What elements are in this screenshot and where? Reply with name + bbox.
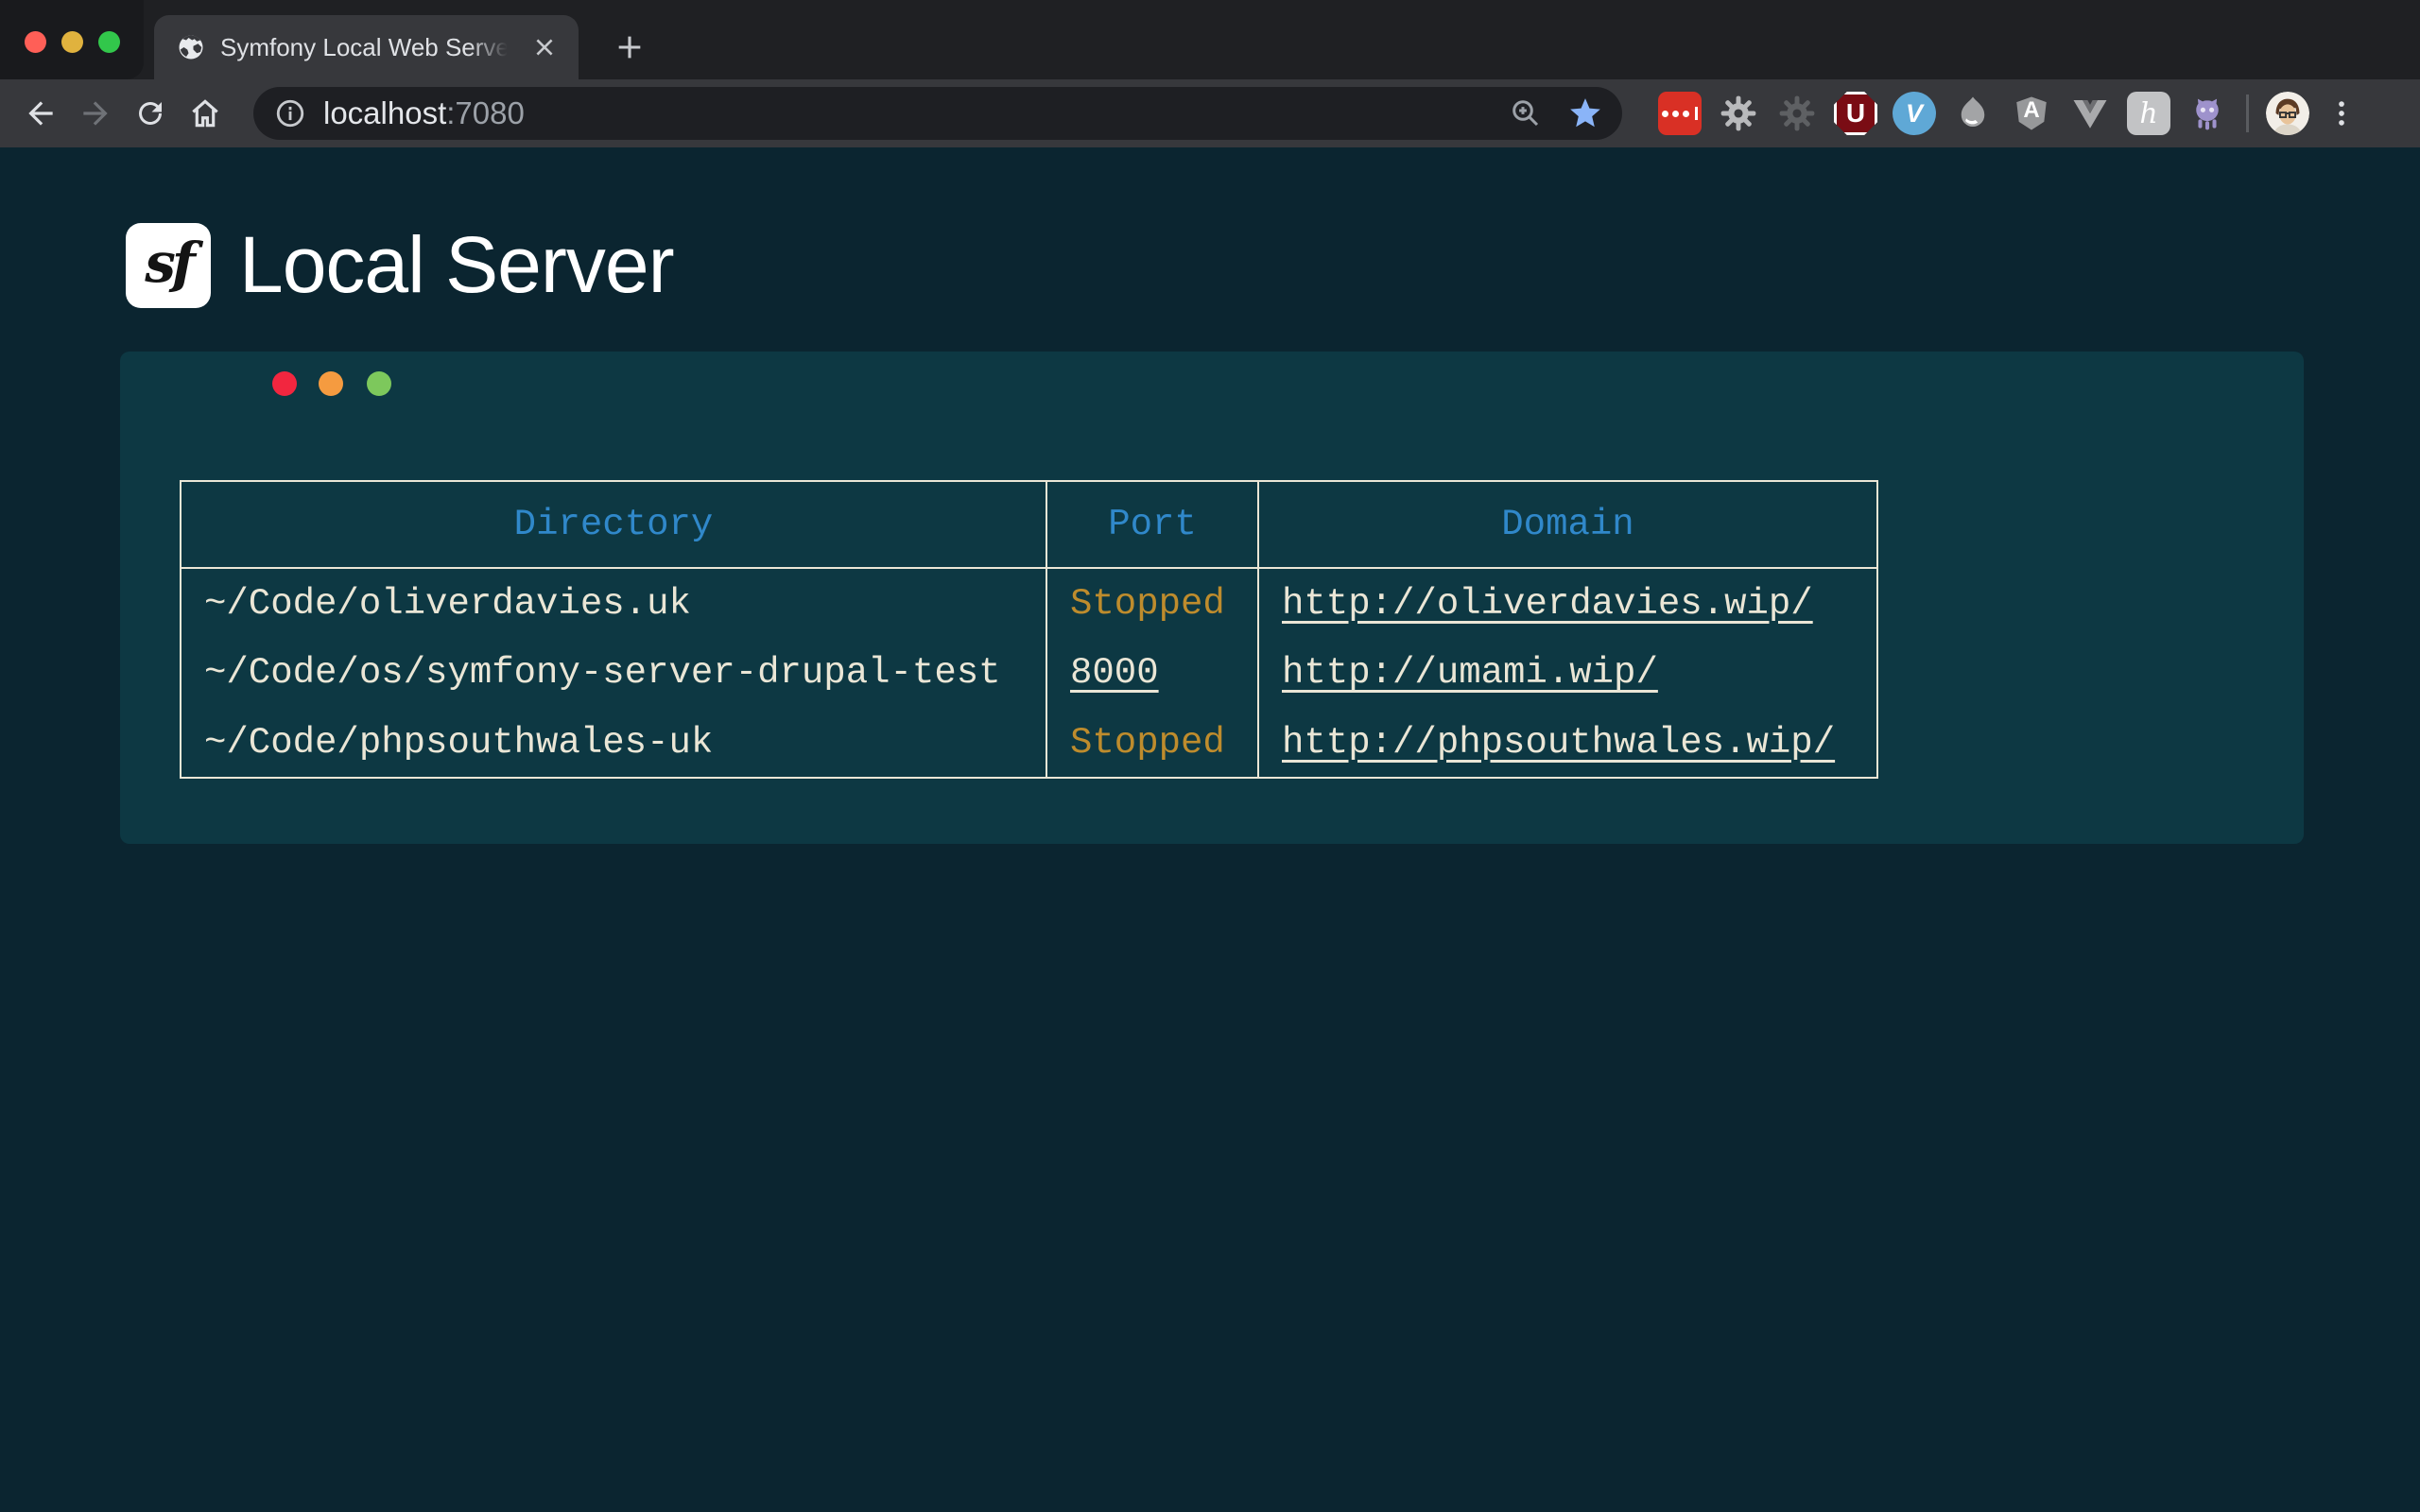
angular-extension-icon[interactable]: A xyxy=(2010,92,2053,135)
directory-header: Directory xyxy=(181,481,1046,568)
domain-link[interactable]: http://phpsouthwales.wip/ xyxy=(1282,722,1835,764)
forward-button[interactable] xyxy=(68,86,123,141)
toolbar-separator xyxy=(2246,94,2249,132)
url-port: :7080 xyxy=(446,95,525,130)
zoom-search-icon[interactable] xyxy=(1509,96,1543,130)
reload-button[interactable] xyxy=(123,86,178,141)
brand-header: sf Local Server xyxy=(126,219,674,311)
directory-cell: ~/Code/os/symfony-server-drupal-test xyxy=(181,638,1046,708)
domain-cell: http://oliverdavies.wip/ xyxy=(1258,568,1877,638)
symfony-logo: sf xyxy=(126,223,211,308)
table-row: ~/Code/phpsouthwales-uk Stopped http://p… xyxy=(181,708,1877,778)
vue-extension-icon[interactable] xyxy=(2068,92,2112,135)
port-cell: Stopped xyxy=(1046,708,1258,778)
domain-link[interactable]: http://oliverdavies.wip/ xyxy=(1282,583,1813,625)
page-content: sf Local Server Directory Port Domain ~/… xyxy=(0,147,2420,1512)
window-close-button[interactable] xyxy=(25,31,46,53)
terminal-panel: Directory Port Domain ~/Code/oliverdavie… xyxy=(120,352,2304,844)
honey-extension-icon[interactable]: h xyxy=(2127,92,2170,135)
address-bar[interactable]: localhost:7080 xyxy=(253,87,1622,140)
url-text: localhost:7080 xyxy=(323,95,525,131)
domain-cell: http://phpsouthwales.wip/ xyxy=(1258,708,1877,778)
bookmark-star-icon[interactable] xyxy=(1567,95,1603,131)
directory-cell: ~/Code/phpsouthwales-uk xyxy=(181,708,1046,778)
browser-menu-icon[interactable] xyxy=(2321,93,2362,134)
drupal-extension-icon[interactable] xyxy=(1951,92,1995,135)
back-button[interactable] xyxy=(13,86,68,141)
vimium-extension-icon[interactable]: V xyxy=(1893,92,1936,135)
profile-avatar[interactable] xyxy=(2266,92,2309,135)
browser-tab[interactable]: Symfony Local Web Server: Prox xyxy=(154,15,579,79)
gear-extension-icon[interactable] xyxy=(1717,92,1760,135)
port-cell: 8000 xyxy=(1046,638,1258,708)
home-button[interactable] xyxy=(178,86,233,141)
tab-title: Symfony Local Web Server: Prox xyxy=(220,33,513,62)
github-octocat-extension-icon[interactable] xyxy=(2186,92,2229,135)
domain-cell: http://umami.wip/ xyxy=(1258,638,1877,708)
window-zoom-button[interactable] xyxy=(98,31,120,53)
directory-cell: ~/Code/oliverdavies.uk xyxy=(181,568,1046,638)
table-header-row: Directory Port Domain xyxy=(181,481,1877,568)
new-tab-button[interactable] xyxy=(607,25,652,70)
panel-orange-dot xyxy=(319,371,343,396)
port-status: Stopped xyxy=(1070,583,1225,625)
browser-window: Symfony Local Web Server: Prox lo xyxy=(0,0,2420,1512)
window-controls xyxy=(0,0,144,79)
domain-link[interactable]: http://umami.wip/ xyxy=(1282,652,1658,694)
tab-strip: Symfony Local Web Server: Prox xyxy=(0,0,2420,79)
extensions-row: U V A h xyxy=(1658,92,2229,135)
port-cell: Stopped xyxy=(1046,568,1258,638)
servers-table: Directory Port Domain ~/Code/oliverdavie… xyxy=(180,480,1878,779)
page-title: Local Server xyxy=(239,219,674,311)
table-row: ~/Code/os/symfony-server-drupal-test 800… xyxy=(181,638,1877,708)
browser-toolbar: localhost:7080 xyxy=(0,79,2420,147)
tab-close-icon[interactable] xyxy=(527,30,562,64)
globe-favicon-icon xyxy=(177,33,205,61)
page-info-icon[interactable] xyxy=(274,97,306,129)
url-host: localhost xyxy=(323,95,446,130)
ublock-origin-extension-icon[interactable]: U xyxy=(1834,92,1877,135)
domain-header: Domain xyxy=(1258,481,1877,568)
panel-green-dot xyxy=(367,371,391,396)
port-link[interactable]: 8000 xyxy=(1070,652,1159,694)
window-minimize-button[interactable] xyxy=(61,31,83,53)
table-row: ~/Code/oliverdavies.uk Stopped http://ol… xyxy=(181,568,1877,638)
port-status: Stopped xyxy=(1070,722,1225,764)
lastpass-extension-icon[interactable] xyxy=(1658,92,1702,135)
panel-red-dot xyxy=(272,371,297,396)
disabled-gear-extension-icon[interactable] xyxy=(1775,92,1819,135)
port-header: Port xyxy=(1046,481,1258,568)
